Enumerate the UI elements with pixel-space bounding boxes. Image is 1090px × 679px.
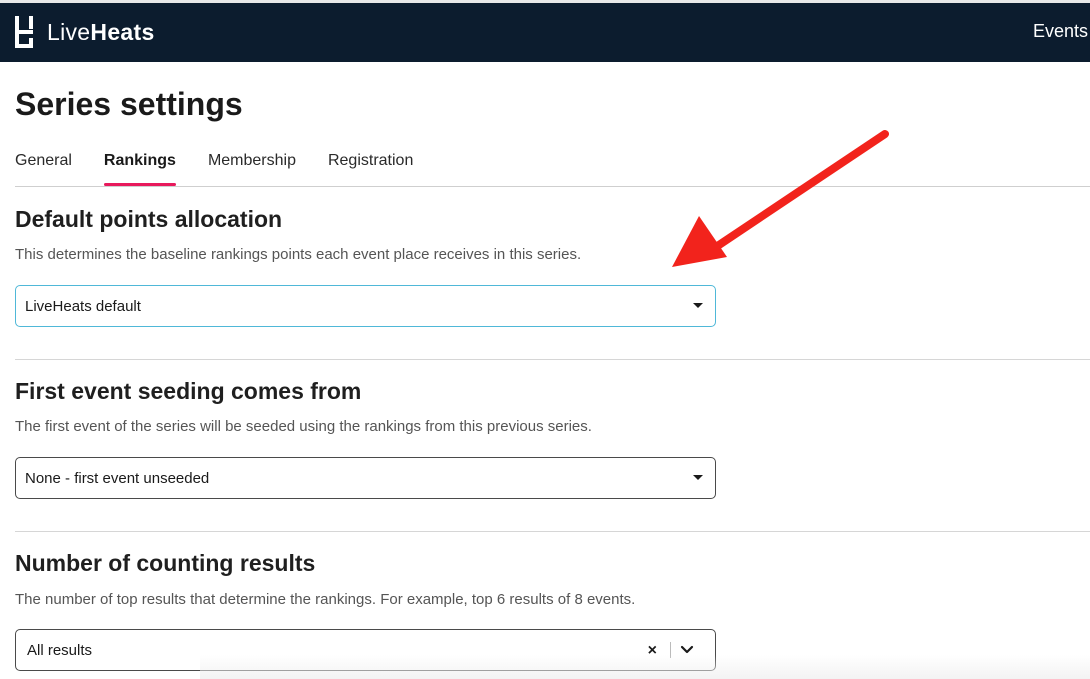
tabs-divider [15,186,1090,187]
liveheats-logo-icon [15,16,33,48]
nav-events-link[interactable]: Events [1033,21,1088,42]
seeding-source-title: First event seeding comes from [15,378,362,404]
brand-name-bold: Heats [90,18,155,45]
settings-tabs: General Rankings Membership Registration [15,152,445,186]
top-navigation-bar: LiveHeats Events [0,0,1090,62]
points-allocation-value: LiveHeats default [25,298,141,315]
points-allocation-description: This determines the baseline rankings po… [15,246,582,263]
browser-edge [0,0,1090,3]
annotation-arrow-icon [672,130,889,267]
page-title: Series settings [15,86,243,122]
section-divider [15,359,1090,360]
caret-down-icon [693,303,703,308]
brand-name-light: Live [47,18,91,45]
tab-membership[interactable]: Membership [208,152,296,186]
counting-results-title: Number of counting results [15,550,316,576]
bottom-shadow [200,655,1090,679]
seeding-source-select[interactable]: None - first event unseeded [15,457,716,499]
counting-results-value: All results [27,642,93,659]
section-divider [15,531,1090,532]
points-allocation-title: Default points allocation [15,206,283,232]
liveheats-logo[interactable]: LiveHeats [15,16,155,48]
seeding-source-value: None - first event unseeded [25,470,210,487]
seeding-source-description: The first event of the series will be se… [15,418,592,435]
tab-general[interactable]: General [15,152,72,186]
points-allocation-select[interactable]: LiveHeats default [15,285,716,327]
tab-rankings[interactable]: Rankings [103,152,176,186]
brand-name: LiveHeats [47,19,155,46]
tab-registration[interactable]: Registration [328,152,413,186]
counting-results-description: The number of top results that determine… [15,591,636,608]
caret-down-icon [693,475,703,480]
